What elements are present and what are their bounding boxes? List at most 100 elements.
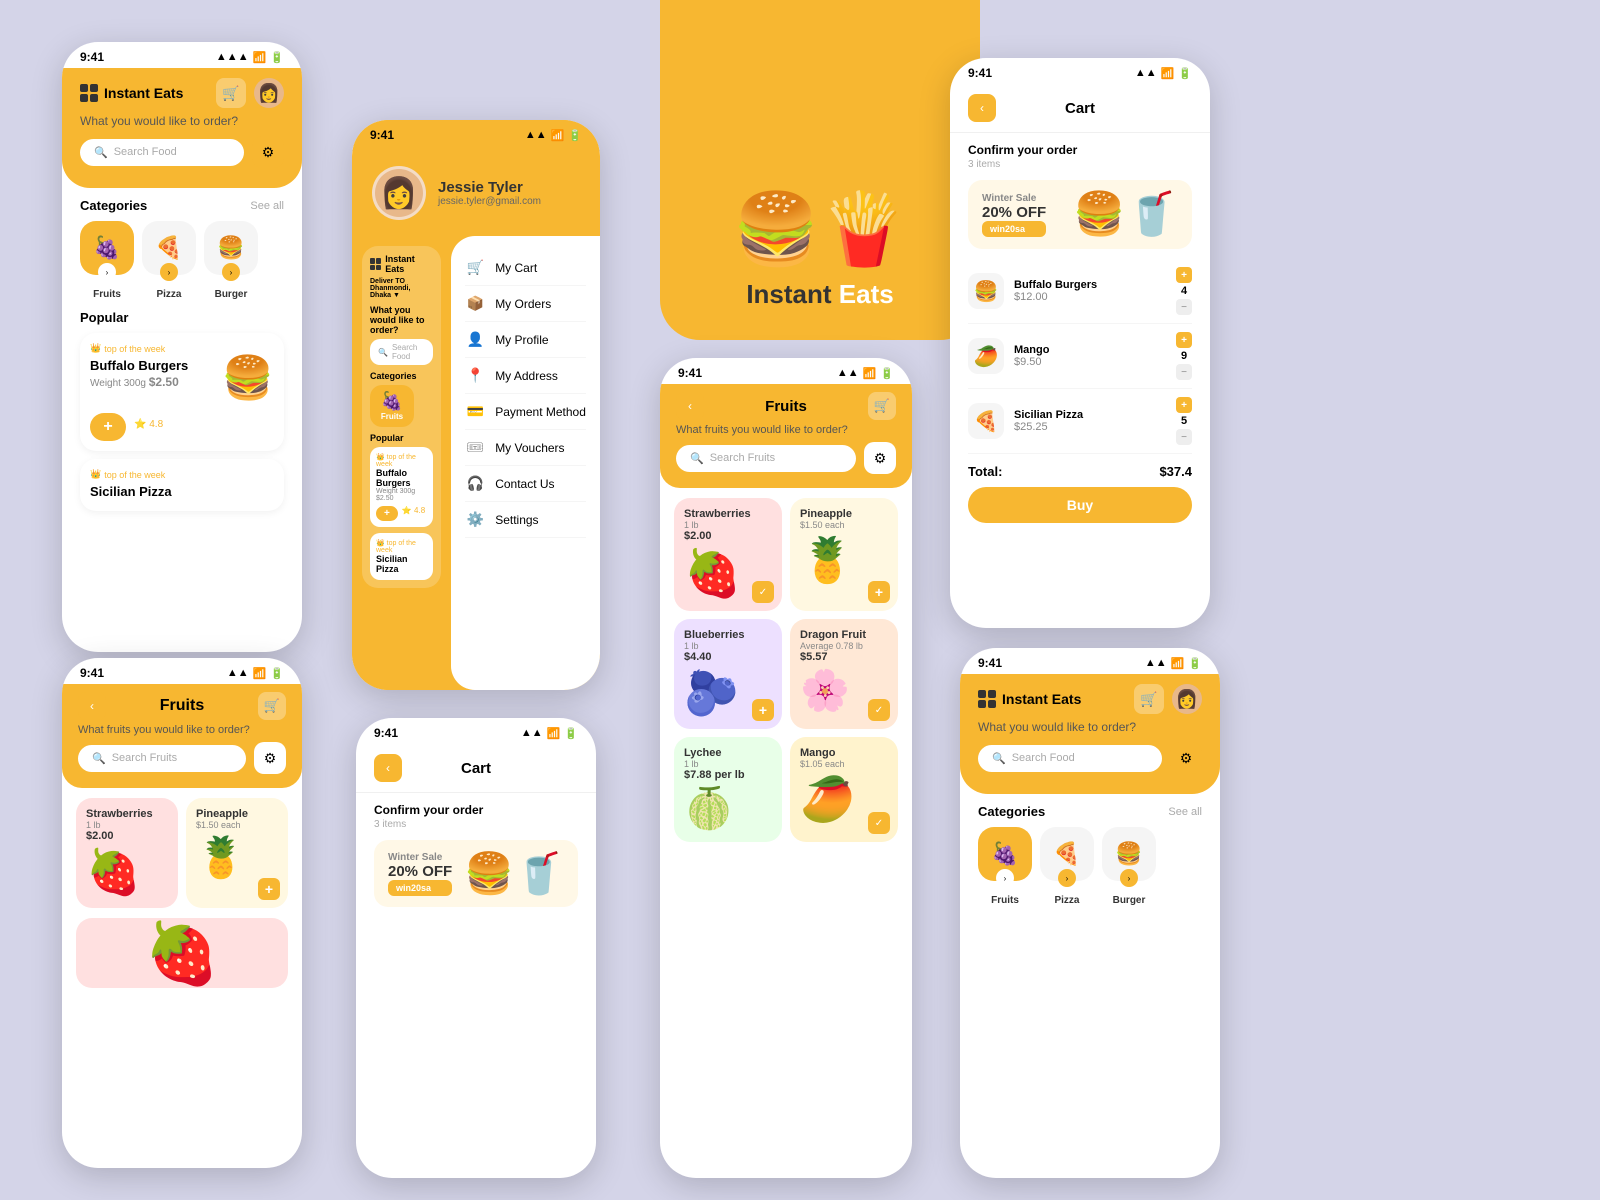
search-food-br[interactable]: 🔍 Search Food xyxy=(978,745,1162,772)
pizza-minus-btn[interactable]: − xyxy=(1176,429,1192,445)
cart-icon[interactable]: 🛒 xyxy=(216,78,246,108)
category-fruits[interactable]: 🍇 › Fruits xyxy=(80,221,134,300)
cart-icon-fruits-bl[interactable]: 🛒 xyxy=(258,692,286,720)
mango-check-full[interactable]: ✓ xyxy=(868,812,890,834)
burger-arrow-br: › xyxy=(1120,869,1138,887)
menu-my-profile[interactable]: 👤 My Profile xyxy=(465,322,586,358)
search-food-input[interactable]: 🔍 Search Food xyxy=(80,139,244,166)
fruits-label: Fruits xyxy=(93,289,121,300)
fruits-subtitle-bl: What fruits you would like to order? xyxy=(78,724,286,736)
promo-code-bc[interactable]: win20sa xyxy=(388,880,452,896)
payment-label: Payment Method xyxy=(495,405,586,419)
dragonfruit-full[interactable]: Dragon Fruit Average 0.78 lb $5.57 🌸 ✓ xyxy=(790,619,898,729)
burger-name: Buffalo Burgers xyxy=(90,358,188,373)
menu-vouchers[interactable]: 🎟 My Vouchers xyxy=(465,430,586,466)
pineapple-name-bl: Pineapple xyxy=(196,808,278,820)
mango-plus-btn[interactable]: + xyxy=(1176,332,1192,348)
fruits-back-btn-bl[interactable]: ‹ xyxy=(78,692,106,720)
my-orders-label: My Orders xyxy=(495,297,551,311)
fruits-back-btn-full[interactable]: ‹ xyxy=(676,392,704,420)
blueberry-name-full: Blueberries xyxy=(684,629,772,641)
see-all-link[interactable]: See all xyxy=(250,200,284,212)
cat-burger-br[interactable]: 🍔 › Burger xyxy=(1102,827,1156,906)
mango-minus-btn[interactable]: − xyxy=(1176,364,1192,380)
category-burger[interactable]: 🍔 › Burger xyxy=(204,221,258,300)
strawberry-name-bl: Strawberries xyxy=(86,808,168,820)
profile-header: 👩 Jessie Tyler jessie.tyler@gmail.com xyxy=(352,146,600,236)
cart-total-row: Total: $37.4 xyxy=(968,454,1192,487)
category-pizza[interactable]: 🍕 › Pizza xyxy=(142,221,196,300)
search-fruits-input-bl[interactable]: 🔍 Search Fruits xyxy=(78,745,246,772)
mini-popular: Popular xyxy=(370,433,433,443)
filter-btn-br[interactable]: ⚙ xyxy=(1170,742,1202,774)
strawberry-full[interactable]: Strawberries 1 lb $2.00 🍓 ✓ xyxy=(674,498,782,611)
pizza-icon-box: 🍕 › xyxy=(142,221,196,275)
mango-wt-full: $1.05 each xyxy=(800,759,888,769)
cat-pizza-br[interactable]: 🍕 › Pizza xyxy=(1040,827,1094,906)
strawberry-price-bl: $2.00 xyxy=(86,830,168,842)
status-icons: ▲▲▲📶🔋 xyxy=(216,51,284,64)
search-fruits-full[interactable]: 🔍 Search Fruits xyxy=(676,445,856,472)
menu-settings[interactable]: ⚙️ Settings xyxy=(465,502,586,538)
fruits-title-bl: Fruits xyxy=(160,697,204,715)
phone-cart-topright: 9:41 ▲▲📶🔋 ‹ Cart Confirm your order 3 it… xyxy=(950,58,1210,628)
pizza-arrow-br: › xyxy=(1058,869,1076,887)
user-avatar[interactable]: 👩 xyxy=(254,78,284,108)
pineapple-add-full[interactable]: + xyxy=(868,581,890,603)
cat-fruits-br[interactable]: 🍇 › Fruits xyxy=(978,827,1032,906)
phone-profile: 9:41 ▲▲📶🔋 👩 Jessie Tyler jessie.tyler@gm… xyxy=(352,120,600,690)
cart-icon-br[interactable]: 🛒 xyxy=(1134,684,1164,714)
subtitle-br: What you would like to order? xyxy=(978,720,1202,734)
mango-full[interactable]: Mango $1.05 each 🥭 ✓ xyxy=(790,737,898,842)
buffalo-plus-btn[interactable]: + xyxy=(1176,267,1192,283)
payment-menu-icon: 💳 xyxy=(465,403,485,420)
promo-code[interactable]: win20sa xyxy=(982,221,1046,237)
strawberry-card-bl[interactable]: Strawberries 1 lb $2.00 🍓 xyxy=(76,798,178,908)
page-subtitle: What you would like to order? xyxy=(80,114,284,128)
strawberry-img-bl: 🍓 xyxy=(86,846,168,898)
pineapple-add-btn-bl[interactable]: + xyxy=(258,878,280,900)
strawberry-check-full[interactable]: ✓ xyxy=(752,581,774,603)
status-time-fruits-full: 9:41 xyxy=(678,366,702,380)
avatar-br[interactable]: 👩 xyxy=(1172,684,1202,714)
burger-image: 🍔 xyxy=(222,354,274,403)
filter-fruits-full[interactable]: ⚙ xyxy=(864,442,896,474)
pineapple-full[interactable]: Pineapple $1.50 each 🍍 + xyxy=(790,498,898,611)
status-icons-br: ▲▲📶🔋 xyxy=(1145,657,1202,670)
hero-banner: 🍔🍟 Instant Eats xyxy=(660,0,980,340)
pizza-plus-btn[interactable]: + xyxy=(1176,397,1192,413)
cart-back-button[interactable]: ‹ xyxy=(968,94,996,122)
categories-label-br: Categories xyxy=(978,804,1045,819)
dragon-price-full: $5.57 xyxy=(800,651,888,663)
pizza-name: Sicilian Pizza xyxy=(90,484,274,499)
menu-my-orders[interactable]: 📦 My Orders xyxy=(465,286,586,322)
cart-back-btn-bc[interactable]: ‹ xyxy=(374,754,402,782)
buy-button[interactable]: Buy xyxy=(968,487,1192,523)
burger-box-br: 🍔 › xyxy=(1102,827,1156,881)
blueberry-full[interactable]: Blueberries 1 lb $4.40 🫐 + xyxy=(674,619,782,729)
fruits-arrow-br: › xyxy=(996,869,1014,887)
mini-deliver-label: Deliver TODhanmondi, Dhaka ▼ xyxy=(370,278,433,299)
lychee-full[interactable]: Lychee 1 lb $7.88 per lb 🍈 xyxy=(674,737,782,842)
status-time: 9:41 xyxy=(80,50,104,64)
blueberry-add-full[interactable]: + xyxy=(752,699,774,721)
pizza-qty-ctrl: + 5 − xyxy=(1176,397,1192,445)
filter-button[interactable]: ⚙ xyxy=(252,136,284,168)
add-burger-button[interactable]: + xyxy=(90,413,126,441)
see-all-br[interactable]: See all xyxy=(1168,806,1202,818)
buffalo-minus-btn[interactable]: − xyxy=(1176,299,1192,315)
menu-contact[interactable]: 🎧 Contact Us xyxy=(465,466,586,502)
cart-icon-fruits-full[interactable]: 🛒 xyxy=(868,392,896,420)
menu-my-cart[interactable]: 🛒 My Cart xyxy=(465,250,586,286)
categories-row-br: 🍇 › Fruits 🍕 › Pizza 🍔 › Burger xyxy=(960,827,1220,906)
filter-fruits-btn-bl[interactable]: ⚙ xyxy=(254,742,286,774)
dragon-check-full[interactable]: ✓ xyxy=(868,699,890,721)
my-profile-label: My Profile xyxy=(495,333,548,347)
my-address-label: My Address xyxy=(495,369,558,383)
menu-my-address[interactable]: 📍 My Address xyxy=(465,358,586,394)
menu-payment[interactable]: 💳 Payment Method xyxy=(465,394,586,430)
settings-menu-icon: ⚙️ xyxy=(465,511,485,528)
pineapple-card-bl[interactable]: Pineapple $1.50 each 🍍 + xyxy=(186,798,288,908)
pineapple-wt-full: $1.50 each xyxy=(800,520,888,530)
popular-badge-pizza: 👑 top of the week xyxy=(90,469,274,480)
